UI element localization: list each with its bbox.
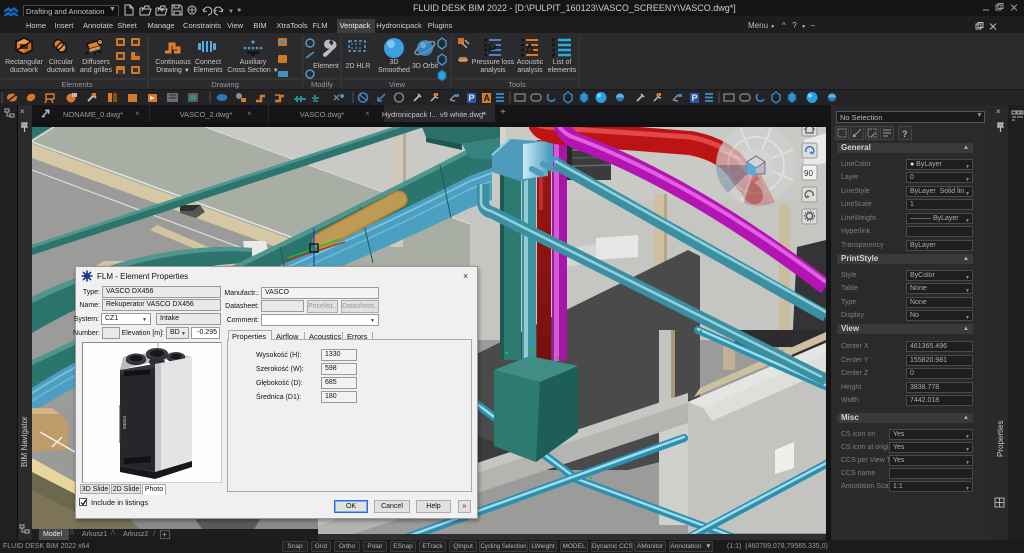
svg-text:P: P: [488, 41, 497, 56]
svg-text:90: 90: [804, 169, 813, 178]
svg-text:A: A: [525, 41, 535, 56]
svg-text:BIM Navigator: BIM Navigator: [20, 416, 29, 467]
svg-text:▼: ▼: [228, 9, 234, 15]
svg-text:P: P: [469, 93, 475, 103]
svg-text:A: A: [484, 93, 491, 103]
svg-text:?: ?: [902, 129, 908, 139]
svg-text:vasco: vasco: [122, 416, 128, 429]
svg-text:P: P: [692, 93, 698, 103]
svg-text:Properties: Properties: [996, 421, 1005, 457]
svg-text:=: =: [238, 8, 242, 14]
svg-text:▼: ▼: [212, 9, 218, 15]
